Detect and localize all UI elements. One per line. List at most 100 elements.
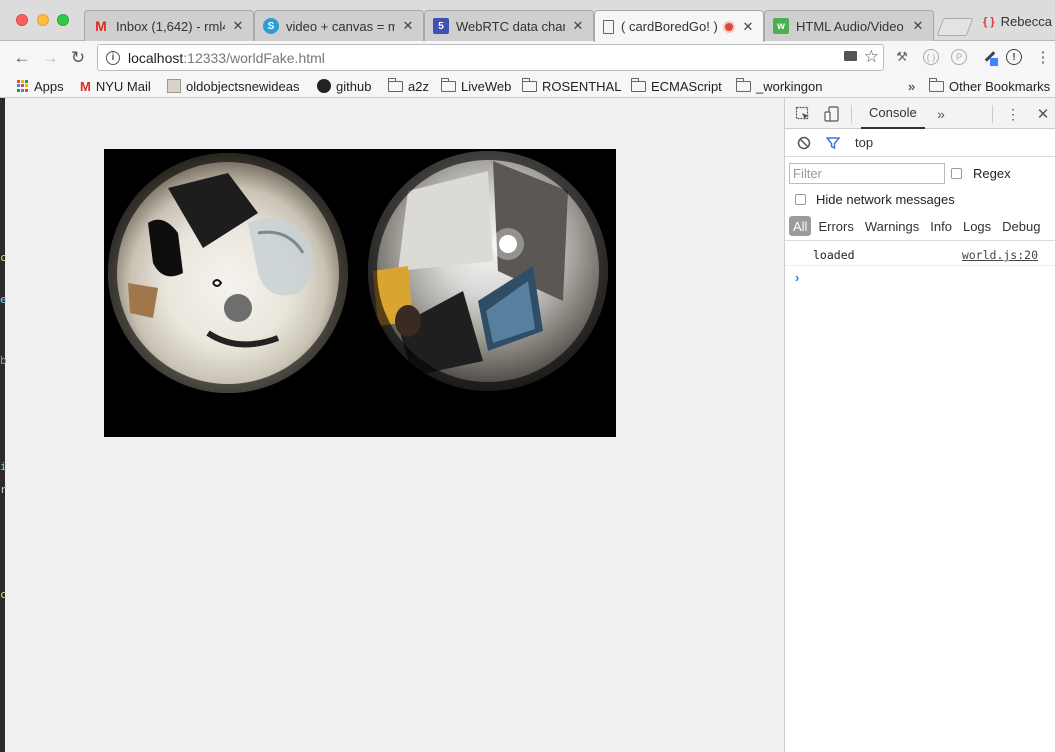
clear-console-icon[interactable] (795, 134, 813, 152)
tab-title: WebRTC data chann (456, 18, 565, 34)
gmail-icon: M (95, 18, 107, 34)
bookmark-apps[interactable]: Apps (17, 77, 64, 95)
page-viewport: c e b i r c (0, 98, 784, 752)
address-bar[interactable]: i localhost:12333/worldFake.html ☆ (97, 44, 884, 71)
folder-icon (736, 77, 751, 92)
regex-checkbox[interactable] (951, 168, 962, 179)
tab-cardboredgo[interactable]: ( cardBoredGo! ) ✕ (594, 10, 764, 42)
more-tabs-button[interactable]: » (932, 105, 950, 123)
forward-button[interactable]: → (39, 47, 61, 69)
bookmark-folder-rosenthal[interactable]: ROSENTHAL (522, 77, 621, 95)
bookmark-label: NYU Mail (95, 78, 151, 94)
extension-circle-icon[interactable]: ( ) (923, 49, 939, 65)
profile-button[interactable]: { } Rebecca (983, 14, 1052, 29)
extension-info-icon[interactable]: ! (1006, 49, 1022, 65)
folder-icon (929, 77, 944, 92)
close-tab-icon[interactable]: ✕ (741, 19, 755, 35)
tab-webrtc[interactable]: 5 WebRTC data chann ✕ (424, 10, 594, 41)
bookmark-label: oldobjectsnewideas (186, 78, 300, 94)
fisheye-left-scene (108, 153, 348, 393)
level-all[interactable]: All (789, 216, 812, 236)
level-info[interactable]: Info (926, 216, 956, 236)
page-icon (603, 19, 614, 34)
minimize-window-button[interactable] (37, 14, 49, 26)
github-icon (317, 79, 331, 93)
bookmark-folder-ecmascript[interactable]: ECMAScript (631, 77, 722, 95)
background-code-fragment: r (0, 483, 7, 496)
image-icon (167, 79, 181, 93)
bookmark-folder-a2z[interactable]: a2z (388, 77, 429, 95)
regex-label: Regex (973, 166, 1011, 181)
tab-title: ( cardBoredGo! ) (621, 19, 718, 34)
apps-grid-icon (17, 80, 29, 92)
bookmark-folder-workingon[interactable]: _workingon (736, 77, 823, 95)
console-prompt-icon[interactable]: › (795, 270, 799, 285)
back-button[interactable]: ← (11, 47, 33, 69)
extension-tool-icon[interactable]: ⚒ (893, 48, 911, 66)
gmail-icon: M (80, 78, 91, 94)
regex-checkbox-row[interactable]: Regex (951, 166, 1011, 181)
info-icon[interactable]: i (106, 50, 120, 65)
filter-funnel-icon[interactable] (824, 134, 842, 152)
close-tab-icon[interactable]: ✕ (401, 18, 415, 34)
background-window-edge (0, 98, 5, 752)
tab-title: HTML Audio/Video D (796, 18, 905, 34)
bookmark-other-bookmarks[interactable]: Other Bookmarks (929, 77, 1050, 95)
extension-p-icon[interactable]: P (951, 49, 967, 65)
tab-console[interactable]: Console (861, 98, 925, 129)
bookmark-label: github (336, 78, 372, 94)
reload-icon: ↻ (70, 48, 86, 67)
close-tab-icon[interactable]: ✕ (911, 18, 925, 34)
divider (785, 240, 1055, 241)
bookmark-github[interactable]: github (317, 77, 371, 95)
tab-html-audio-video[interactable]: w HTML Audio/Video D ✕ (764, 10, 934, 41)
tab-gmail[interactable]: M Inbox (1,642) - rml4 ✕ (84, 10, 254, 41)
maximize-window-button[interactable] (57, 14, 69, 26)
close-tab-icon[interactable]: ✕ (231, 18, 245, 34)
inspect-element-icon[interactable] (794, 105, 812, 123)
bookmark-label: LiveWeb (461, 78, 512, 94)
chrome-menu-icon[interactable]: ⋮ (1034, 48, 1052, 66)
bookmark-folder-liveweb[interactable]: LiveWeb (441, 77, 511, 95)
console-filter-input[interactable] (789, 163, 945, 184)
execution-context-select[interactable]: top (855, 135, 873, 150)
hide-network-checkbox[interactable] (795, 194, 806, 205)
background-code-fragment: c (0, 251, 7, 264)
html5-icon: 5 (433, 18, 449, 34)
level-debug[interactable]: Debug (998, 216, 1044, 236)
camera-icon[interactable] (844, 51, 857, 61)
reload-button[interactable]: ↻ (67, 47, 89, 69)
recording-indicator-icon (723, 20, 735, 33)
close-devtools-icon[interactable]: ✕ (1034, 105, 1052, 123)
bookmark-label: a2z (408, 78, 429, 94)
tab-video-canvas[interactable]: S video + canvas = ma ✕ (254, 10, 424, 41)
toolbar-divider (992, 105, 993, 123)
eyedropper-icon[interactable] (981, 48, 999, 66)
console-message-text: loaded (813, 248, 855, 262)
hide-network-row[interactable]: Hide network messages (795, 192, 955, 207)
new-tab-button[interactable] (936, 18, 974, 36)
star-icon[interactable]: ☆ (864, 47, 879, 67)
level-warnings[interactable]: Warnings (861, 216, 923, 236)
background-code-fragment: e (0, 293, 7, 306)
folder-icon (522, 77, 537, 92)
bookmark-label: ECMAScript (651, 78, 722, 94)
folder-icon (388, 77, 403, 92)
device-toolbar-icon[interactable] (823, 105, 841, 123)
url-path: :12333/worldFake.html (183, 49, 325, 66)
toolbar-divider (851, 105, 852, 123)
hide-network-label: Hide network messages (816, 192, 955, 207)
video-site-icon: S (263, 18, 279, 34)
level-errors[interactable]: Errors (814, 216, 857, 236)
console-message-source-link[interactable]: world.js:20 (962, 248, 1038, 262)
close-window-button[interactable] (16, 14, 28, 26)
bookmark-nyu-mail[interactable]: M NYU Mail (80, 77, 151, 95)
bookmark-oldobjectsnewideas[interactable]: oldobjectsnewideas (167, 77, 299, 95)
close-tab-icon[interactable]: ✕ (571, 18, 585, 34)
w3schools-icon: w (773, 18, 789, 34)
level-logs[interactable]: Logs (959, 216, 995, 236)
video-canvas[interactable] (104, 149, 616, 437)
bookmarks-overflow-button[interactable]: » (908, 77, 915, 95)
devtools-panel: Console » ⋮ ✕ top Regex Hide network mes… (784, 98, 1055, 752)
devtools-menu-icon[interactable]: ⋮ (1004, 105, 1022, 123)
